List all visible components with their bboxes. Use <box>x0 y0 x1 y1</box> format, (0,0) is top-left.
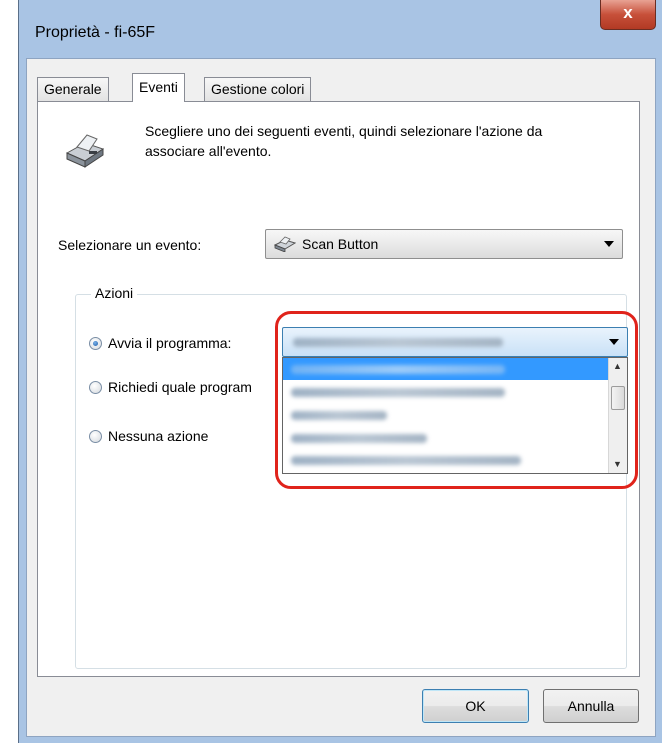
program-select[interactable] <box>282 327 628 357</box>
radio-button[interactable] <box>89 380 102 394</box>
window-title: Proprietà - fi-65F <box>35 24 156 41</box>
chevron-down-icon <box>604 241 614 247</box>
radio-button[interactable] <box>89 429 102 443</box>
radio-label-start-program: Avvia il programma: <box>108 335 232 351</box>
radio-no-action[interactable]: Nessuna azione <box>89 428 208 444</box>
tab-gestione-colori[interactable]: Gestione colori <box>204 77 312 101</box>
dropdown-item[interactable] <box>283 427 609 449</box>
dropdown-scrollbar[interactable]: ▲ ▼ <box>608 358 627 473</box>
chevron-down-icon <box>609 339 619 345</box>
ok-button[interactable]: OK <box>422 689 529 723</box>
dialog-client-area: Generale Eventi Gestione colori Sceglier… <box>26 58 656 737</box>
event-select[interactable]: Scan Button <box>265 229 623 259</box>
properties-window: Proprietà - fi-65F x Generale Eventi Ges… <box>18 0 662 743</box>
program-select-value-blurred <box>293 338 503 347</box>
cancel-button[interactable]: Annulla <box>543 689 639 723</box>
dropdown-item[interactable] <box>283 404 609 426</box>
close-button[interactable]: x <box>600 0 656 30</box>
dropdown-item[interactable] <box>283 381 609 403</box>
dropdown-item[interactable] <box>283 450 609 472</box>
radio-button-checked[interactable] <box>89 336 102 350</box>
tab-generale[interactable]: Generale <box>37 77 109 101</box>
scanner-icon <box>63 129 107 172</box>
actions-group-title: Azioni <box>91 285 138 301</box>
event-select-value: Scan Button <box>302 236 379 252</box>
radio-start-program[interactable]: Avvia il programma: <box>89 335 231 351</box>
close-icon: x <box>623 3 633 22</box>
program-dropdown-list[interactable]: ▲ ▼ <box>282 357 628 474</box>
scroll-up-icon[interactable]: ▲ <box>609 358 626 375</box>
scanner-small-icon <box>273 236 297 255</box>
scroll-thumb[interactable] <box>611 386 625 410</box>
radio-label-ask-program: Richiedi quale program <box>108 379 252 395</box>
tab-eventi[interactable]: Eventi <box>132 73 185 102</box>
radio-label-no-action: Nessuna azione <box>108 428 209 444</box>
dropdown-item[interactable] <box>283 358 609 380</box>
intro-text: Scegliere uno dei seguenti eventi, quind… <box>145 123 543 159</box>
event-label: Selezionare un evento: <box>58 237 202 253</box>
scroll-down-icon[interactable]: ▼ <box>609 456 626 473</box>
title-bar[interactable]: Proprietà - fi-65F x <box>19 0 662 58</box>
radio-ask-program[interactable]: Richiedi quale program <box>89 379 252 395</box>
